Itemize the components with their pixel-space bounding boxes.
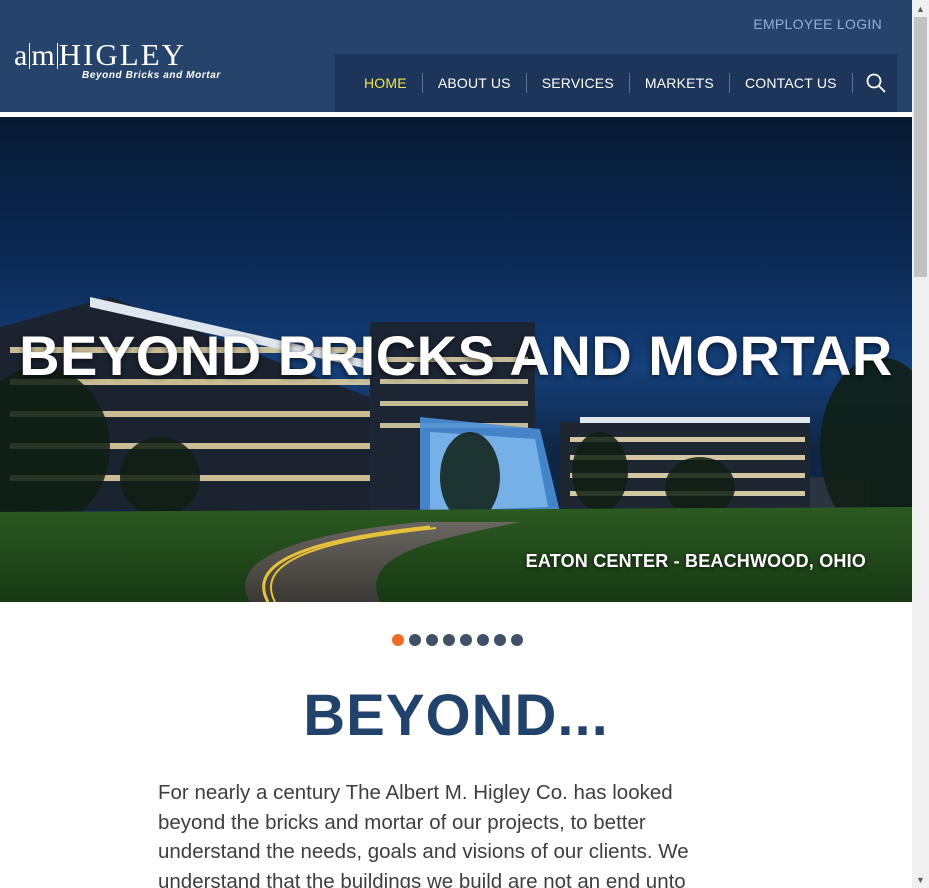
logo-tagline: Beyond Bricks and Mortar (82, 70, 221, 81)
slider-dot-2[interactable] (409, 634, 421, 646)
scroll-up-arrow-icon[interactable]: ▲ (912, 0, 929, 17)
slider-dot-5[interactable] (460, 634, 472, 646)
slider-dot-4[interactable] (443, 634, 455, 646)
nav-home[interactable]: HOME (349, 73, 423, 93)
search-icon[interactable] (857, 73, 895, 93)
slider-dot-6[interactable] (477, 634, 489, 646)
logo-divider (56, 43, 58, 69)
logo-letter-m: m (31, 39, 56, 72)
scroll-down-arrow-icon[interactable]: ▼ (912, 871, 929, 888)
main-nav: HOME ABOUT US SERVICES MARKETS CONTACT U… (335, 54, 897, 112)
site-logo[interactable]: a mHIGLEY Beyond Bricks and Mortar (14, 38, 224, 88)
scroll-thumb[interactable] (914, 17, 927, 277)
slider-dot-1[interactable] (392, 634, 404, 646)
site-header: a mHIGLEY Beyond Bricks and Mortar EMPLOY… (0, 0, 912, 112)
logo-letter-a: a (14, 39, 29, 72)
nav-about-us[interactable]: ABOUT US (423, 73, 527, 93)
nav-contact-us[interactable]: CONTACT US (730, 73, 853, 93)
logo-higley: HIGLEY (58, 37, 187, 72)
nav-markets[interactable]: MARKETS (630, 73, 730, 93)
vertical-scrollbar[interactable]: ▲ ▼ (912, 0, 929, 888)
page: a mHIGLEY Beyond Bricks and Mortar EMPLOY… (0, 0, 912, 888)
intro-paragraph: For nearly a century The Albert M. Higle… (158, 781, 689, 888)
employee-login-link[interactable]: EMPLOYEE LOGIN (753, 16, 882, 32)
slider-dot-8[interactable] (511, 634, 523, 646)
logo-wordmark: a mHIGLEY (14, 38, 186, 73)
slider-dots (392, 634, 523, 646)
hero-title: BEYOND BRICKS AND MORTAR (19, 324, 893, 387)
section-heading: BEYOND... (303, 683, 609, 748)
nav-services[interactable]: SERVICES (527, 73, 630, 93)
slider-dot-7[interactable] (494, 634, 506, 646)
hero-caption: EATON CENTER - BEACHWOOD, OHIO (525, 551, 866, 571)
slider-dot-3[interactable] (426, 634, 438, 646)
hero-slider[interactable]: BEYOND BRICKS AND MORTAR EATON CENTER - … (0, 117, 912, 602)
